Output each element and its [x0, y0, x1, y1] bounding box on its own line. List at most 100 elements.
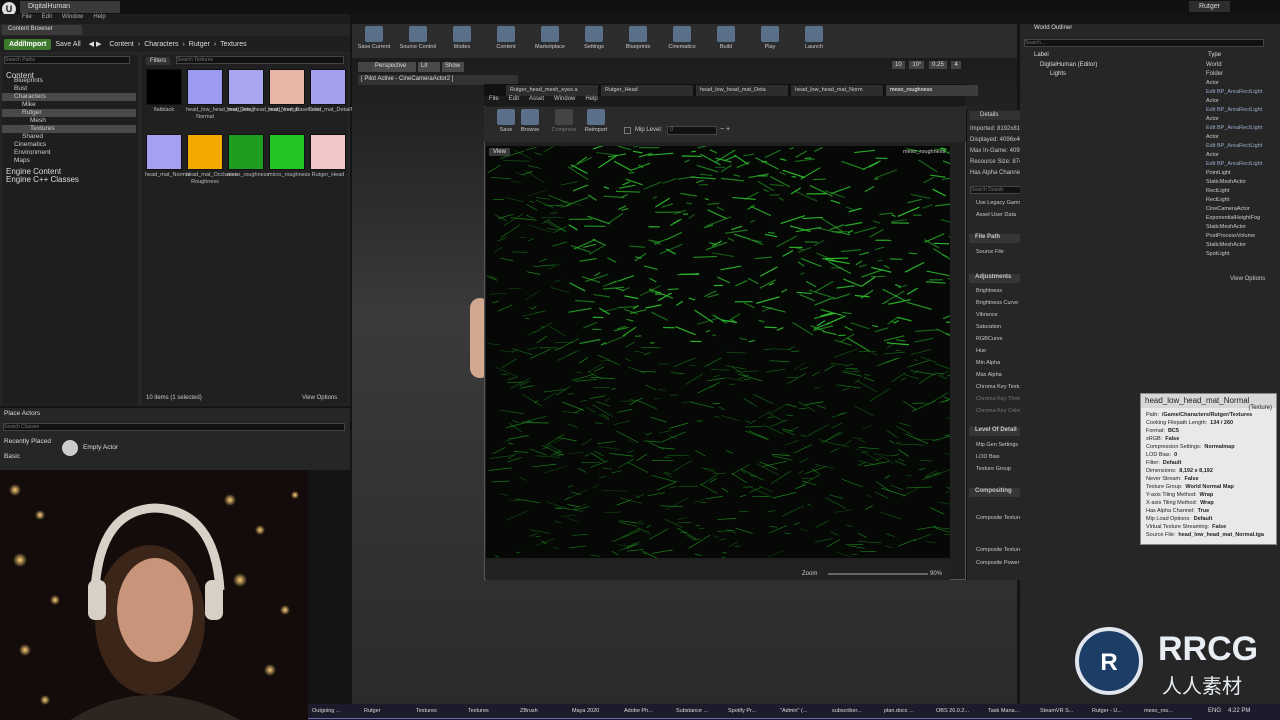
reimport-button[interactable]: Reimport [576, 109, 616, 133]
texture-preview-canvas[interactable]: View meso_roughness [486, 146, 950, 558]
taskbar-app[interactable]: subscriber... [828, 705, 880, 719]
menu-help[interactable]: Help [93, 14, 105, 24]
edit-blueprint-link[interactable]: Edit BP_AreaRectLight [1206, 143, 1262, 149]
toolbar-tool[interactable]: Launch [794, 26, 834, 50]
project-tab[interactable]: DigitalHuman [20, 1, 120, 13]
asset-tile[interactable]: flatblack [145, 69, 183, 114]
asset-tile[interactable]: head_low_head_mat_Normal [227, 69, 299, 114]
tree-folder[interactable]: Engine C++ Classes [2, 175, 136, 184]
mip-level-field[interactable]: 0 [667, 126, 717, 135]
camera-speed[interactable]: 4 [951, 61, 961, 69]
taskbar-app[interactable]: Rutger - U... [1088, 705, 1140, 719]
toolbar-tool[interactable]: Source Control [398, 26, 438, 50]
tree-folder[interactable]: Environment [2, 149, 136, 157]
add-import-button[interactable]: Add/Import [4, 38, 52, 50]
toolbar-tool[interactable]: Settings [574, 26, 614, 50]
tree-folder[interactable]: Blueprints [2, 77, 136, 85]
taskbar-app[interactable]: Substance ... [672, 705, 724, 719]
tree-folder[interactable]: Engine Content [2, 167, 136, 176]
texture-editor-tab[interactable]: head_low_head_mat_Norm [791, 85, 883, 96]
toolbar-tool[interactable]: Play [750, 26, 790, 50]
taskbar-app[interactable]: SteamVR S... [1036, 705, 1088, 719]
tex-menu-file[interactable]: File [489, 96, 499, 106]
tex-menu-asset[interactable]: Asset [529, 96, 544, 106]
category-basic[interactable]: Basic [4, 453, 20, 460]
tex-menu-edit[interactable]: Edit [509, 96, 519, 106]
toolbar-tool[interactable]: Cinematics [662, 26, 702, 50]
snap-grid[interactable]: 10 [892, 61, 905, 69]
back-arrow-icon[interactable]: ◀ ▶ [85, 38, 106, 50]
taskbar-app[interactable]: "Admin" (... [776, 705, 828, 719]
tex-menu-window[interactable]: Window [554, 96, 575, 106]
menu-window[interactable]: Window [62, 14, 83, 24]
asset-tile[interactable]: micro_roughness [268, 134, 310, 179]
tree-folder[interactable]: Textures [2, 125, 136, 133]
breadcrumb-content[interactable]: Content [105, 41, 138, 48]
outliner-view-options[interactable]: View Options [1230, 276, 1265, 282]
filters-button[interactable]: Filters [146, 57, 171, 65]
lit-button[interactable]: Lit [418, 62, 440, 72]
taskbar-app[interactable]: OBS 26.0.2... [932, 705, 984, 719]
asset-tile[interactable]: head_low_head_mat_Detail Normal [186, 69, 254, 120]
search-textures-input[interactable] [176, 56, 344, 64]
tree-folder[interactable]: Maps [2, 157, 136, 165]
asset-tile[interactable]: head_mat_BaseColor [268, 69, 321, 114]
taskbar-app[interactable]: Maya 2020 [568, 705, 620, 719]
outliner-world[interactable]: DigitalHuman (Editor) [1040, 62, 1097, 68]
col-type[interactable]: Type [1208, 52, 1221, 58]
edit-blueprint-link[interactable]: Edit BP_AreaRectLight [1206, 161, 1262, 167]
outliner-lights-folder[interactable]: Lights [1050, 71, 1066, 77]
search-paths-input[interactable] [4, 56, 130, 64]
toolbar-tool[interactable]: Modes [442, 26, 482, 50]
tree-folder[interactable]: Characters [2, 93, 136, 101]
toolbar-tool[interactable]: Content [486, 26, 526, 50]
mip-level-checkbox[interactable] [624, 127, 631, 134]
toolbar-tool[interactable]: Build [706, 26, 746, 50]
edit-blueprint-link[interactable]: Edit BP_AreaRectLight [1206, 89, 1262, 95]
taskbar-app[interactable]: Outgoing ... [308, 705, 360, 719]
edit-blueprint-link[interactable]: Edit BP_AreaRectLight [1206, 107, 1262, 113]
taskbar-app[interactable]: Spotify Pr... [724, 705, 776, 719]
edit-blueprint-link[interactable]: Edit BP_AreaRectLight [1206, 125, 1262, 131]
menu-edit[interactable]: Edit [42, 14, 52, 24]
breadcrumb-rutger[interactable]: Rutger [185, 41, 214, 48]
asset-tile[interactable]: head_mat_Normal [145, 134, 190, 179]
tree-folder[interactable]: Mike [2, 101, 136, 109]
mip-stepper[interactable]: − + [720, 126, 730, 133]
taskbar-app[interactable]: meso_rou... [1140, 705, 1192, 719]
taskbar-app[interactable]: Rutger [360, 705, 412, 719]
save-all-button[interactable]: Save All [51, 39, 84, 50]
texture-editor-tab[interactable]: Rutger_head_mesh_eyes a [506, 85, 598, 96]
perspective-button[interactable]: Perspective [372, 62, 416, 72]
tree-folder[interactable]: Cinematics [2, 141, 136, 149]
breadcrumb-characters[interactable]: Characters [140, 41, 182, 48]
tex-menu-help[interactable]: Help [585, 96, 597, 106]
snap-scale[interactable]: 0.25 [929, 61, 947, 69]
texture-editor-tab[interactable]: head_low_head_mat_Deta [696, 85, 788, 96]
outliner-search-input[interactable] [1024, 39, 1264, 47]
menu-file[interactable]: File [22, 14, 32, 24]
category-recently-placed[interactable]: Recently Placed [4, 438, 51, 445]
taskbar-app[interactable]: plan.docx ... [880, 705, 932, 719]
tree-folder[interactable]: Bust [2, 85, 136, 93]
taskbar-app[interactable]: Textures [412, 705, 464, 719]
taskbar-app[interactable]: Textures [464, 705, 516, 719]
content-browser-tab[interactable]: Content Browser [2, 25, 82, 35]
show-button[interactable]: Show [442, 62, 464, 72]
asset-tile[interactable]: head_mat_Occlusion Roughness [186, 134, 238, 185]
col-label[interactable]: Label [1034, 52, 1049, 58]
tree-folder[interactable]: Mesh [2, 117, 136, 125]
asset-tile[interactable]: head_mat_DetailNormal [309, 69, 368, 114]
taskbar-app[interactable]: Adobe Ph... [620, 705, 672, 719]
empty-actor-item[interactable]: Empty Actor [83, 444, 118, 451]
texture-editor-tab[interactable]: meso_roughness [886, 85, 978, 96]
taskbar-app[interactable]: ZBrush [516, 705, 568, 719]
taskbar-app[interactable]: Task Mana... [984, 705, 1036, 719]
tree-folder[interactable]: Rutger [2, 109, 136, 117]
viewport-menu-icon[interactable] [358, 62, 372, 72]
asset-tile[interactable]: meso_roughness [227, 134, 269, 179]
asset-tile[interactable]: Rutger_Head [309, 134, 347, 179]
breadcrumb-textures[interactable]: Textures [216, 41, 250, 48]
zoom-slider[interactable] [828, 573, 928, 575]
toolbar-tool[interactable]: Blueprints [618, 26, 658, 50]
